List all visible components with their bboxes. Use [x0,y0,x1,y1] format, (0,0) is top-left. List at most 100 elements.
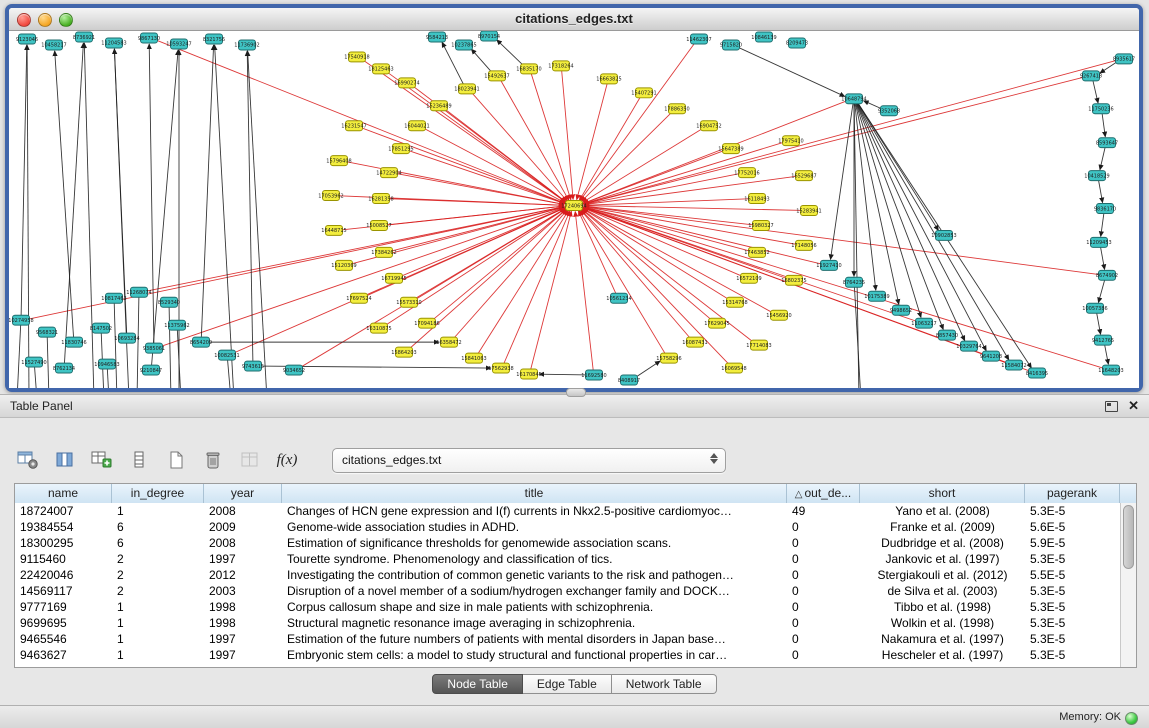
graph-node[interactable]: 15841063 [461,353,486,363]
graph-node[interactable]: 11527490 [21,357,46,367]
graph-node[interactable]: 15314768 [722,297,747,307]
graph-node[interactable]: 8935617 [1113,54,1135,64]
graph-node[interactable]: 9385061 [143,343,165,353]
graph-node[interactable]: 11584072 [1001,360,1026,370]
graph-node[interactable]: 16663825 [596,74,621,84]
graph-node[interactable]: 17752016 [734,168,759,178]
table-row[interactable]: 1456911722003Disruption of a novel membe… [15,583,1121,599]
column-display-button[interactable] [51,446,79,474]
table-row[interactable]: 946554611997Estimation of the future num… [15,631,1121,647]
graph-node[interactable]: 14722904 [376,168,401,178]
column-header-pagerank[interactable]: pagerank [1025,484,1120,503]
graph-node[interactable]: 9743615 [242,361,264,371]
graph-node[interactable]: 8857430 [936,330,958,340]
tab-network-table[interactable]: Network Table [612,674,717,694]
citation-network-graph[interactable]: 1724069415236489160440211785129514722904… [9,31,1139,388]
zoom-window-button[interactable] [59,13,73,27]
graph-node[interactable]: 11692580 [581,370,606,380]
graph-node[interactable]: 9498652 [890,305,912,315]
graph-node[interactable]: 8408917 [618,375,640,385]
graph-node[interactable]: 17148056 [791,240,816,250]
graph-node[interactable]: 17540918 [344,52,369,62]
table-selector-dropdown[interactable]: citations_edges.txt [332,448,726,473]
graph-node[interactable]: 15647389 [718,144,743,154]
graph-node[interactable]: 8764235 [843,277,865,287]
graph-node[interactable]: 15407291 [631,88,656,98]
graph-node[interactable]: 17975410 [778,136,803,146]
graph-node[interactable]: 17240694 [561,201,586,211]
graph-node[interactable]: 8970154 [478,31,500,41]
graph-node[interactable]: 15456920 [766,310,791,320]
graph-node[interactable]: 8321756 [203,34,225,44]
table-row[interactable]: 1938455462009Genome-wide association stu… [15,519,1121,535]
graph-node[interactable]: 16170845 [516,369,541,379]
table-row[interactable]: 946362711997Embryonic stem cells: a mode… [15,647,1121,663]
graph-node[interactable]: 10418529 [1084,171,1109,181]
graph-node[interactable]: 11209453 [1086,237,1111,247]
graph-node[interactable]: 10057386 [1082,303,1107,313]
graph-node[interactable]: 15283941 [796,206,821,216]
graph-node[interactable]: 10458217 [41,40,66,50]
graph-node[interactable]: 16069548 [721,363,746,373]
graph-node[interactable]: 18125463 [368,64,393,74]
table-row[interactable]: 911546021997Tourette syndrome. Phenomeno… [15,551,1121,567]
graph-node[interactable]: 10593247 [166,39,191,49]
graph-node[interactable]: 17053962 [318,191,343,201]
graph-node[interactable]: 16087431 [682,337,707,347]
delete-column-button[interactable] [236,446,264,474]
function-builder-button[interactable]: f(x) [273,446,301,474]
graph-node[interactable]: 10946583 [94,359,119,369]
tab-edge-table[interactable]: Edge Table [523,674,612,694]
graph-node[interactable]: 15236489 [426,101,451,111]
graph-node[interactable]: 9867130 [138,33,160,43]
graph-node[interactable]: 15008527 [366,220,391,230]
create-table-button[interactable] [162,446,190,474]
scrollbar-thumb[interactable] [1123,505,1134,569]
graph-node[interactable]: 15120369 [331,260,356,270]
graph-node[interactable]: 10648794 [841,94,866,104]
graph-node[interactable]: 9568321 [36,327,58,337]
graph-node[interactable]: 8736921 [73,32,95,42]
close-window-button[interactable] [17,13,31,27]
graph-node[interactable]: 9123046 [16,34,38,44]
graph-node[interactable]: 16310875 [366,323,391,333]
delete-table-button[interactable] [199,446,227,474]
graph-node[interactable]: 10274958 [9,315,34,325]
graph-node[interactable]: 16044021 [404,121,429,131]
graph-node[interactable]: 10846139 [751,32,776,42]
column-header-in_degree[interactable]: in_degree [112,484,204,503]
graph-node[interactable]: 10329764 [956,341,981,351]
column-header-out_de[interactable]: △out_de... [787,484,860,503]
graph-node[interactable]: 17714083 [746,340,771,350]
graph-node[interactable]: 17629045 [704,318,729,328]
graph-node[interactable]: 15796408 [326,156,351,166]
graph-node[interactable]: 16448715 [321,225,346,235]
vertical-scrollbar[interactable] [1120,503,1136,667]
table-row[interactable]: 1830029562008Estimation of significance … [15,535,1121,551]
graph-node[interactable]: 11375962 [164,320,189,330]
table-settings-button[interactable] [14,446,42,474]
graph-node[interactable]: 15492637 [484,71,509,81]
graph-node[interactable]: 9034652 [283,365,305,375]
graph-node[interactable]: 15573310 [396,297,421,307]
graph-node[interactable]: 16904752 [696,121,721,131]
graph-node[interactable]: 8147502 [90,323,112,333]
graph-node[interactable]: 11927410 [816,260,841,270]
graph-node[interactable]: 11204583 [101,38,126,48]
graph-node[interactable]: 8593647 [1096,138,1118,148]
graph-node[interactable]: 17384262 [371,247,396,257]
table-row[interactable]: 1872400712008Changes of HCN gene express… [15,503,1121,519]
window-title-bar[interactable]: citations_edges.txt [9,8,1139,31]
graph-node[interactable]: 9836170 [1094,204,1116,214]
graph-node[interactable]: 16719945 [381,273,406,283]
network-window[interactable]: citations_edges.txt 17240694 15236489 1604… [5,4,1143,392]
graph-node[interactable]: 16281358 [368,194,393,204]
graph-node[interactable]: 17318264 [548,61,573,71]
table-row[interactable]: 969969511998Structural magnetic resonanc… [15,615,1121,631]
graph-node[interactable]: 17886350 [664,104,689,114]
tab-node-table[interactable]: Node Table [432,674,523,694]
graph-node[interactable]: 9267418 [1080,71,1102,81]
graph-node[interactable]: 11750236 [1088,104,1113,114]
network-canvas[interactable]: 1724069415236489160440211785129514722904… [9,31,1139,388]
column-header-name[interactable]: name [15,484,112,503]
